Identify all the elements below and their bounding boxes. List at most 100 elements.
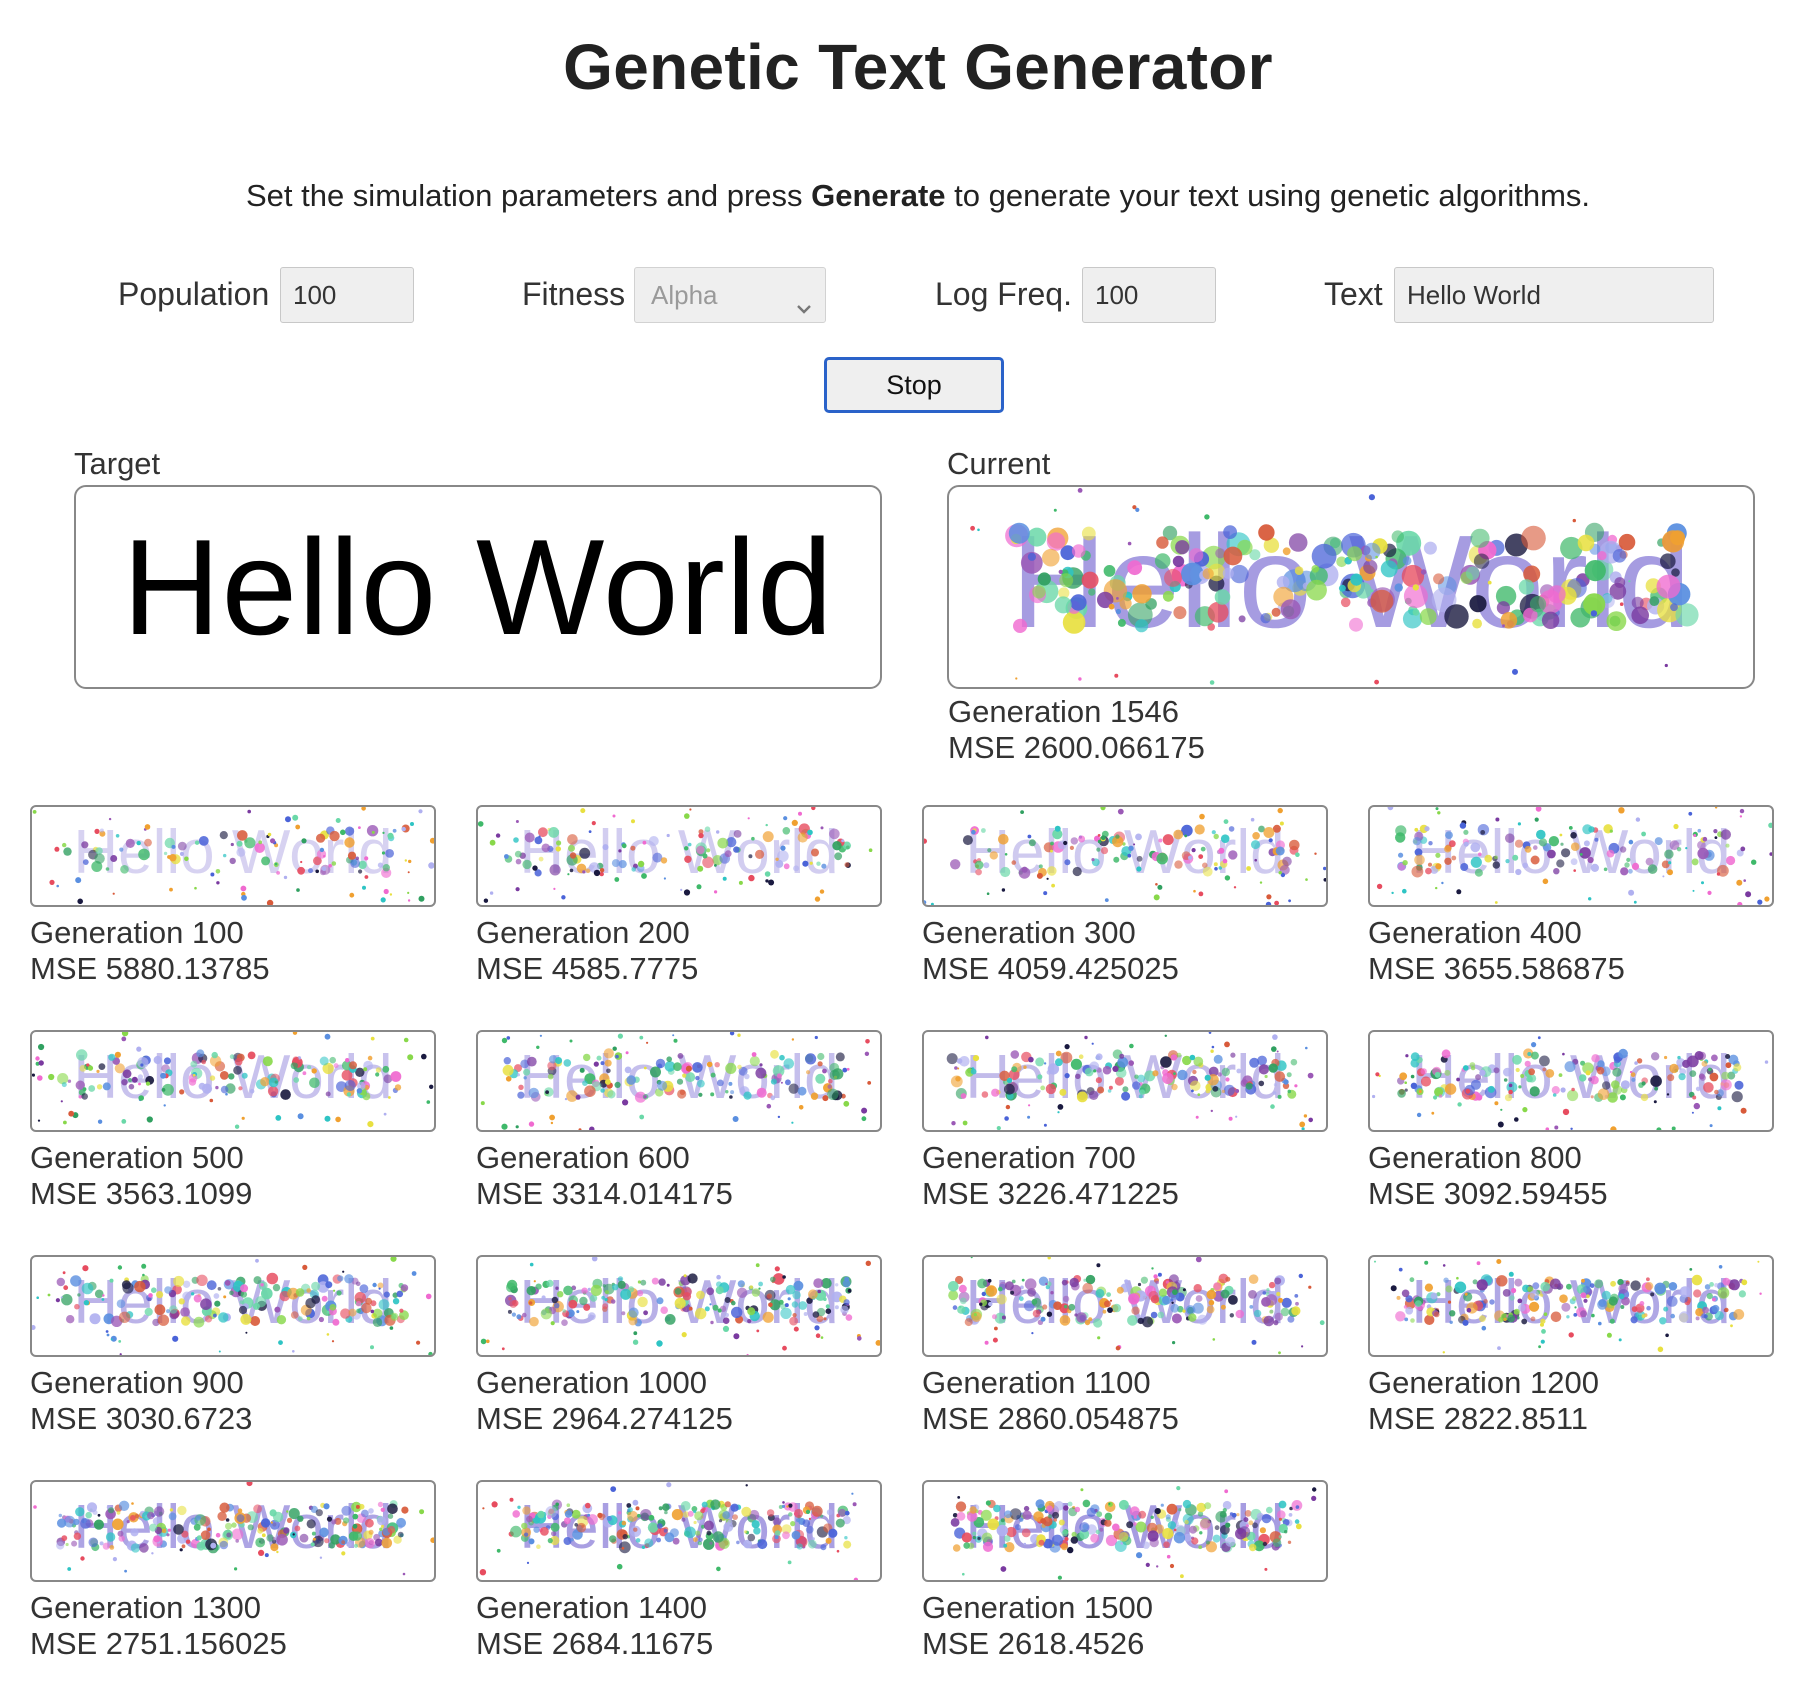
noise-dot [1554, 1125, 1559, 1130]
evolved-dot [1184, 1519, 1189, 1525]
noise-dot [553, 887, 556, 890]
evolved-dot [816, 861, 821, 866]
stop-button[interactable]: Stop [824, 357, 1004, 413]
noise-dot [86, 1063, 90, 1067]
evolved-dot [825, 1308, 832, 1314]
evolved-dot [536, 1544, 541, 1549]
evolved-dot [1222, 567, 1234, 579]
evolved-dot [348, 1308, 357, 1317]
noise-dot [1028, 1056, 1034, 1063]
noise-dot [714, 864, 717, 867]
evolved-dot [311, 1531, 316, 1536]
evolved-dot [534, 836, 543, 845]
evolved-dot [229, 857, 236, 865]
evolved-dot [749, 1056, 760, 1067]
evolved-dot [219, 831, 228, 840]
noise-dot [1218, 847, 1225, 854]
noise-dot [842, 1067, 848, 1073]
evolved-dot [972, 1531, 977, 1536]
noise-dot [591, 1257, 598, 1262]
evolved-dot [359, 1284, 369, 1293]
noise-dot [480, 1338, 487, 1345]
noise-dot [1375, 1072, 1380, 1077]
evolved-dot [1121, 1091, 1131, 1101]
noise-dot [751, 1052, 757, 1057]
noise-dot [258, 1549, 265, 1556]
noise-dot [225, 1092, 228, 1096]
evolved-dot [1675, 603, 1699, 627]
noise-dot [1188, 855, 1193, 860]
evolved-dot [1102, 1065, 1112, 1075]
population-input[interactable]: 100 [280, 267, 414, 323]
evolved-dot [116, 1510, 121, 1515]
evolved-dot [1561, 1302, 1571, 1312]
evolved-dot [1404, 1317, 1409, 1322]
evolved-dot [643, 1310, 648, 1316]
evolved-dot [319, 1056, 329, 1066]
evolved-dot [845, 845, 850, 850]
evolved-dot [717, 837, 729, 849]
evolved-dot [229, 1054, 235, 1060]
evolved-dot [1686, 1055, 1699, 1068]
evolved-dot [950, 859, 961, 870]
noise-dot [266, 899, 274, 905]
noise-dot [1634, 1061, 1638, 1065]
evolved-dot [297, 1515, 304, 1522]
noise-dot [786, 1505, 789, 1508]
noise-dot [1534, 817, 1539, 822]
evolved-dot [1561, 848, 1571, 858]
noise-dot [1585, 1070, 1591, 1076]
evolved-dot [361, 1302, 372, 1314]
noise-dot [1265, 901, 1272, 905]
noise-dot [1193, 889, 1196, 893]
noise-dot [1579, 853, 1583, 856]
evolved-dot [1401, 564, 1425, 588]
evolved-dot [130, 1528, 139, 1537]
evolved-dot [829, 828, 840, 840]
evolved-dot [730, 1090, 735, 1095]
logfreq-input[interactable]: 100 [1082, 267, 1216, 323]
noise-dot [1000, 1566, 1007, 1572]
evolved-dot [1275, 846, 1285, 856]
noise-dot [1308, 1117, 1313, 1123]
evolved-dot [377, 862, 383, 868]
evolved-dot [1158, 1288, 1168, 1297]
evolved-dot [715, 1286, 724, 1295]
evolved-dot [706, 1530, 712, 1536]
noise-dot [996, 1126, 1001, 1130]
noise-dot [1466, 1307, 1472, 1313]
noise-dot [714, 890, 718, 894]
evolved-dot [1042, 1304, 1048, 1310]
noise-dot [1442, 1264, 1446, 1267]
noise-dot [528, 1538, 535, 1545]
evolved-dot [118, 1500, 130, 1511]
evolved-dot [507, 1309, 512, 1314]
evolved-dot [747, 1533, 756, 1542]
evolved-dot [396, 1290, 404, 1298]
evolved-dot [361, 1509, 369, 1518]
text-input[interactable]: Hello World [1394, 267, 1714, 323]
evolved-dot [215, 1532, 221, 1538]
noise-dot [1568, 1332, 1574, 1338]
evolved-dot [1287, 1315, 1295, 1323]
noise-dot [140, 1063, 144, 1067]
noise-dot [580, 808, 586, 814]
evolved-dot [1055, 1050, 1062, 1057]
noise-dot [643, 1095, 647, 1099]
noise-dot [798, 811, 802, 816]
noise-dot [1635, 817, 1641, 822]
evolved-dot [1702, 1306, 1709, 1314]
noise-dot [407, 891, 410, 894]
evolved-dot [130, 1543, 141, 1553]
noise-dot [1769, 852, 1772, 856]
generation-thumbnail: Hello World [476, 1255, 882, 1357]
evolved-dot [1609, 1318, 1615, 1324]
evolved-dot [324, 1538, 330, 1544]
evolved-dot [228, 1073, 235, 1080]
evolved-dot [66, 1315, 75, 1324]
evolved-dot [1567, 1089, 1579, 1102]
fitness-select[interactable]: Alpha [634, 267, 826, 323]
noise-dot [352, 1513, 359, 1520]
evolved-dot [524, 1532, 529, 1537]
noise-dot [1127, 541, 1132, 546]
